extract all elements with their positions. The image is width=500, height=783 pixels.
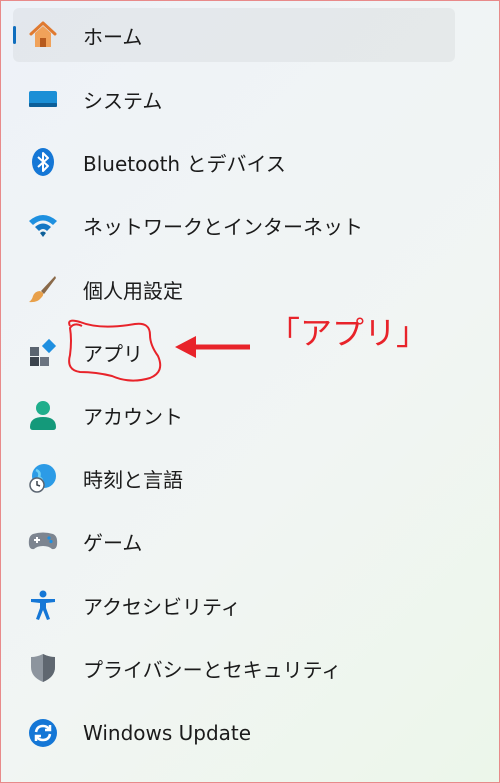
annotation-circle (68, 319, 162, 382)
annotation-overlay (68, 319, 250, 382)
annotation-text: 「アプリ」 (268, 314, 429, 352)
annotation-arrow-icon (175, 336, 250, 358)
